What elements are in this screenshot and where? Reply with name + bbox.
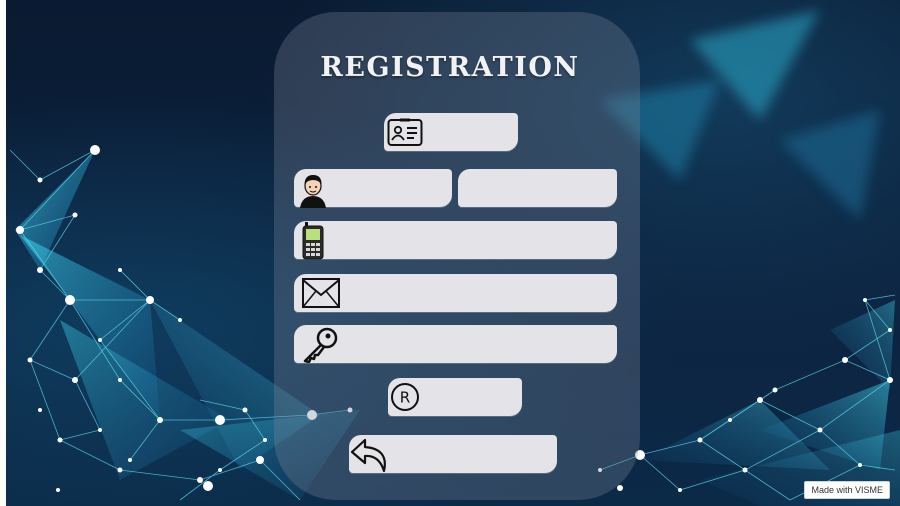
envelope-icon [300, 277, 342, 309]
id-card-icon [386, 115, 424, 149]
id-card-input[interactable] [428, 121, 516, 145]
password-field[interactable] [294, 325, 617, 363]
id-card-field[interactable] [384, 113, 518, 151]
phone-field[interactable] [294, 221, 617, 260]
right-network [598, 294, 900, 506]
email-field[interactable] [294, 274, 617, 312]
phone-input[interactable] [334, 229, 613, 253]
first-name-input[interactable] [334, 177, 448, 201]
password-input[interactable] [344, 333, 613, 357]
person-icon [296, 171, 330, 209]
undo-arrow-icon [349, 436, 391, 474]
page-title: REGISTRATION [320, 52, 580, 83]
left-border [0, 0, 6, 506]
email-input[interactable] [346, 282, 613, 306]
register-button[interactable]: R [388, 378, 522, 416]
key-icon [300, 327, 340, 363]
mobile-phone-icon [300, 222, 326, 260]
registered-glyph: R [400, 389, 410, 407]
first-name-field[interactable] [294, 169, 452, 209]
registration-screen: REGISTRATION R Made with VISME [0, 0, 900, 506]
last-name-input[interactable] [468, 177, 612, 201]
blurred-shapes [600, 10, 880, 220]
back-button[interactable] [349, 435, 557, 473]
made-with-badge[interactable]: Made with VISME [804, 481, 890, 499]
last-name-field[interactable] [458, 169, 617, 207]
registered-icon: R [389, 381, 421, 413]
